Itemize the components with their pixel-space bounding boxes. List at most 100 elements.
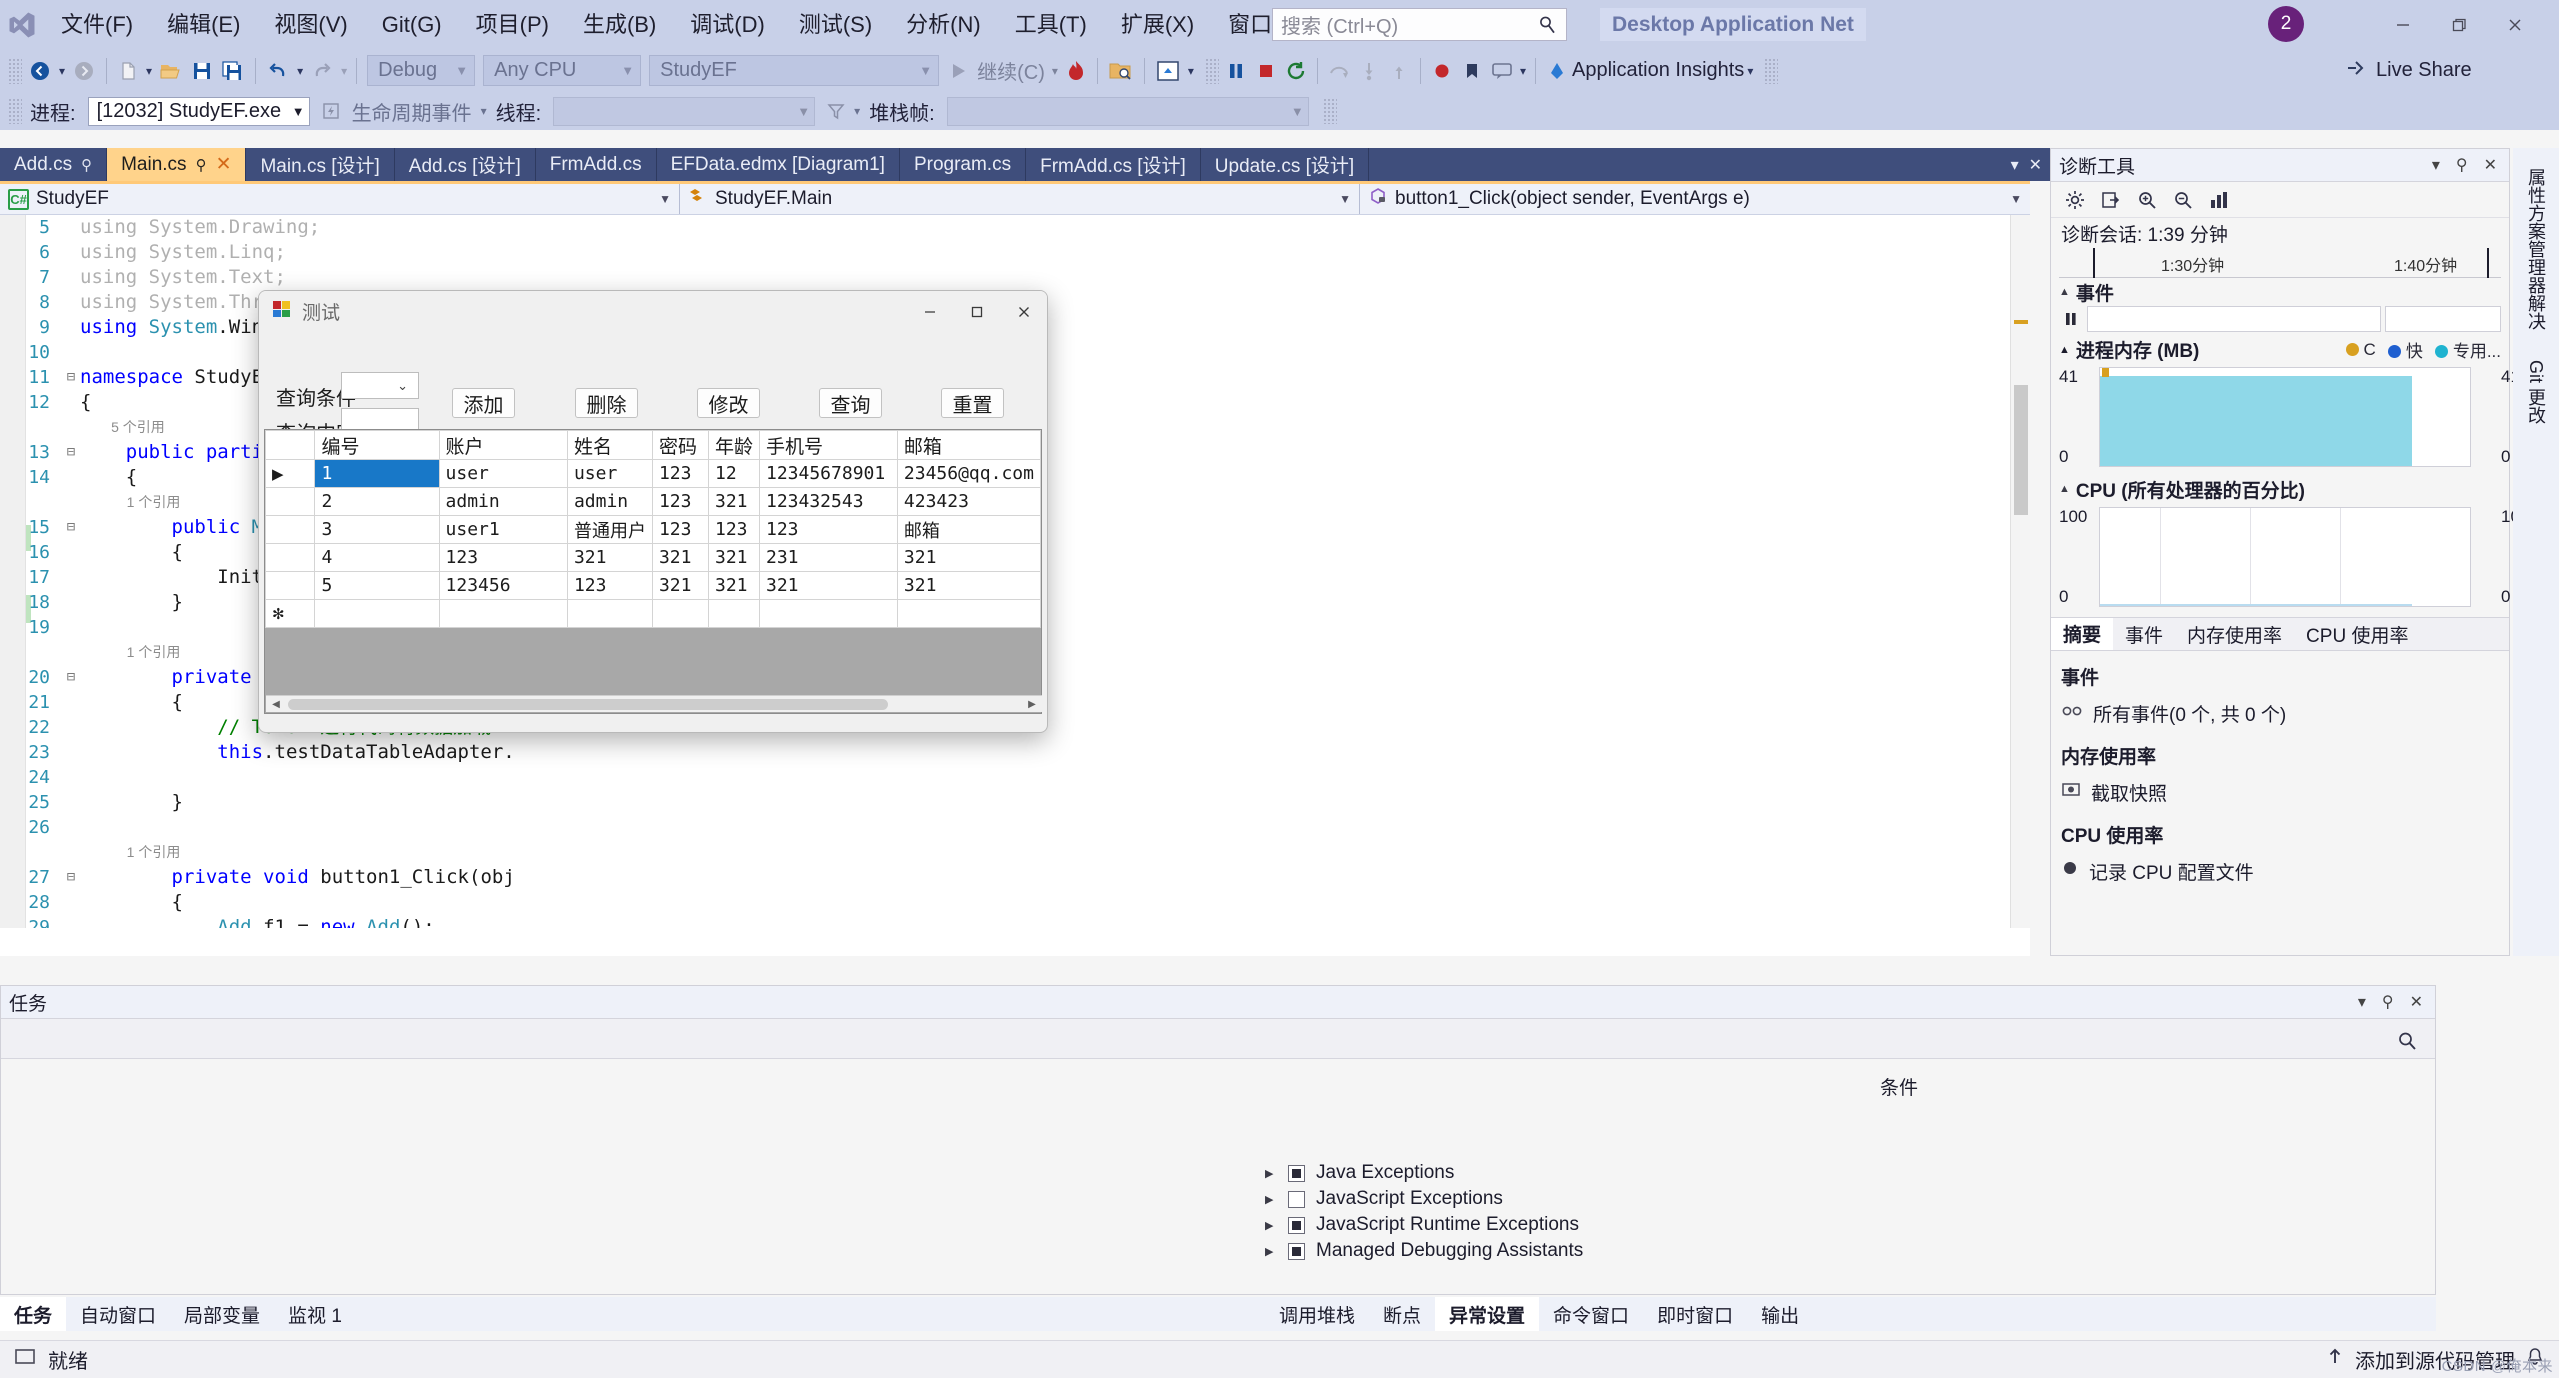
tab-add-cs-design[interactable]: Add.cs [设计]	[395, 148, 536, 181]
summary-events-row[interactable]: 所有事件(0 个, 共 0 个)	[2061, 696, 2499, 730]
lifecycle-events-icon[interactable]	[316, 94, 346, 128]
scroll-right-icon[interactable]: ▶	[1024, 697, 1040, 712]
panel-dropdown-icon[interactable]: ▾	[2428, 155, 2444, 175]
chart-icon[interactable]	[2203, 186, 2235, 214]
exception-row-javascript[interactable]: ▶ JavaScript Exceptions	[1265, 1186, 1965, 1212]
grid-column-header[interactable]: 邮箱	[897, 431, 1040, 460]
exception-checkbox[interactable]	[1288, 1191, 1305, 1208]
summary-cpu-row[interactable]: 记录 CPU 配置文件	[2061, 854, 2499, 888]
comment-icon[interactable]	[1487, 54, 1517, 88]
exception-search-icon[interactable]	[2396, 1030, 2418, 1057]
grid-cell[interactable]: 423423	[897, 488, 1040, 516]
menu-view[interactable]: 视图(V)	[257, 0, 364, 49]
scroll-left-icon[interactable]: ◀	[268, 697, 284, 712]
bottom-tab-breakpoints[interactable]: 断点	[1369, 1297, 1435, 1331]
tab-frmadd-cs[interactable]: FrmAdd.cs	[536, 148, 657, 181]
navbar-project-combo[interactable]: C# StudyEF ▼	[0, 184, 680, 214]
menu-build[interactable]: 生成(B)	[566, 0, 673, 49]
summary-memory-row[interactable]: 截取快照	[2061, 775, 2499, 809]
continue-dropdown-icon[interactable]: ▾	[1049, 64, 1061, 78]
grid-cell[interactable]	[897, 600, 1040, 628]
diag-tab-memory[interactable]: 内存使用率	[2175, 618, 2294, 650]
save-icon[interactable]	[187, 54, 217, 88]
grid-cell[interactable]: 123	[567, 572, 652, 600]
row-marker-icon[interactable]	[266, 572, 315, 600]
grid-cell[interactable]: 123	[652, 460, 708, 488]
open-folder-icon[interactable]	[155, 54, 187, 88]
grid-cell[interactable]: 123	[708, 516, 759, 544]
procbar-grip[interactable]	[1323, 98, 1337, 124]
grid-cell[interactable]: user1	[439, 516, 567, 544]
navbar-type-combo[interactable]: StudyEF.Main ▼	[680, 184, 1360, 214]
diag-tab-summary[interactable]: 摘要	[2051, 618, 2113, 650]
diagnostic-timeline-ruler[interactable]: 1:30分钟 1:40分钟	[2059, 248, 2501, 278]
grid-cell[interactable]: 321	[897, 544, 1040, 572]
app-insights-icon[interactable]	[1542, 54, 1572, 88]
grid-cell[interactable]: 普通用户	[567, 516, 652, 544]
account-badge[interactable]: 2	[2268, 6, 2304, 42]
grid-row[interactable]: ▶1useruser123121234567890123456@qq.com	[266, 460, 1041, 488]
menu-edit[interactable]: 编辑(E)	[150, 0, 257, 49]
cpu-graph[interactable]: 100 0 10 0	[2059, 507, 2501, 607]
navigate-forward-icon[interactable]	[68, 54, 100, 88]
codelens-reference[interactable]: 5 个引用	[80, 415, 165, 440]
undo-icon[interactable]	[262, 54, 294, 88]
grid-column-header[interactable]: 密码	[652, 431, 708, 460]
grid-cell[interactable]: 12345678901	[760, 460, 898, 488]
save-all-icon[interactable]	[217, 54, 249, 88]
startup-project-combo[interactable]: StudyEF ▼	[649, 55, 939, 86]
add-button[interactable]: 添加	[452, 388, 515, 418]
codelens-reference[interactable]: 1 个引用	[80, 640, 180, 665]
toolbar-grip[interactable]	[1764, 58, 1778, 84]
restart-icon[interactable]	[1281, 54, 1311, 88]
tab-update-cs-design[interactable]: Update.cs [设计]	[1201, 148, 1369, 181]
pin-icon[interactable]: ⚲	[196, 156, 207, 174]
exception-row-js-runtime[interactable]: ▶ JavaScript Runtime Exceptions	[1265, 1212, 1965, 1238]
settings-icon[interactable]	[2059, 186, 2091, 214]
menu-extensions[interactable]: 扩展(X)	[1104, 0, 1211, 49]
bottom-tab-locals[interactable]: 局部变量	[170, 1297, 274, 1331]
step-out-icon[interactable]	[1384, 54, 1414, 88]
lifecycle-label[interactable]: 生命周期事件	[346, 97, 478, 126]
panel-close-icon[interactable]: ✕	[2480, 155, 2501, 175]
grid-cell[interactable]: 231	[760, 544, 898, 572]
editor-vertical-scrollbar[interactable]	[2010, 215, 2030, 928]
undo-dropdown-icon[interactable]: ▾	[294, 64, 306, 78]
navigate-backward-dropdown-icon[interactable]: ▾	[56, 64, 68, 78]
show-next-dropdown-icon[interactable]: ▾	[1185, 64, 1197, 78]
dialog-minimize-button[interactable]	[906, 291, 953, 332]
grid-column-header[interactable]: 年龄	[708, 431, 759, 460]
tab-efdata-edmx[interactable]: EFData.edmx [Diagram1]	[657, 148, 900, 181]
bottom-tab-callstack[interactable]: 调用堆栈	[1265, 1297, 1369, 1331]
tab-main-cs-design[interactable]: Main.cs [设计]	[246, 148, 394, 181]
grid-cell[interactable]: 123	[439, 544, 567, 572]
grid-cell[interactable]: user	[567, 460, 652, 488]
query-condition-combo[interactable]: ⌄	[341, 372, 419, 399]
new-file-icon[interactable]	[113, 54, 143, 88]
grid-column-header[interactable]: 账户	[439, 431, 567, 460]
row-marker-icon[interactable]: ▶	[266, 460, 315, 488]
window-close-button[interactable]	[2487, 0, 2543, 49]
grid-cell[interactable]	[439, 600, 567, 628]
vtab-git-changes[interactable]: Git 更改	[2523, 350, 2549, 434]
procbar-grip[interactable]	[8, 98, 22, 124]
step-over-icon[interactable]	[1324, 54, 1354, 88]
pin-icon[interactable]: ⚲	[81, 156, 92, 174]
grid-cell[interactable]: 4	[315, 544, 439, 572]
bottom-tab-exception-settings[interactable]: 异常设置	[1435, 1297, 1539, 1331]
exception-checkbox[interactable]	[1288, 1165, 1305, 1182]
grid-cell[interactable]: admin	[567, 488, 652, 516]
grid-cell[interactable]	[708, 600, 759, 628]
panel-close-icon[interactable]: ✕	[2406, 992, 2427, 1012]
menu-test[interactable]: 测试(S)	[782, 0, 889, 49]
test-dialog-window[interactable]: 测试 查询条件 ⌄ 查询内容 添加 删除 修改 查询 重置	[258, 290, 1048, 733]
zoom-out-icon[interactable]	[2167, 186, 2199, 214]
grid-cell[interactable]	[315, 600, 439, 628]
grid-cell[interactable]: 321	[708, 572, 759, 600]
row-marker-icon[interactable]: ✻	[266, 600, 315, 628]
dialog-close-button[interactable]	[1000, 291, 1047, 332]
expand-triangle-icon[interactable]: ▶	[1265, 1193, 1277, 1206]
bottom-tab-output[interactable]: 输出	[1747, 1297, 1813, 1331]
grid-cell[interactable]: 321	[897, 572, 1040, 600]
comment-dropdown-icon[interactable]: ▾	[1517, 64, 1529, 78]
